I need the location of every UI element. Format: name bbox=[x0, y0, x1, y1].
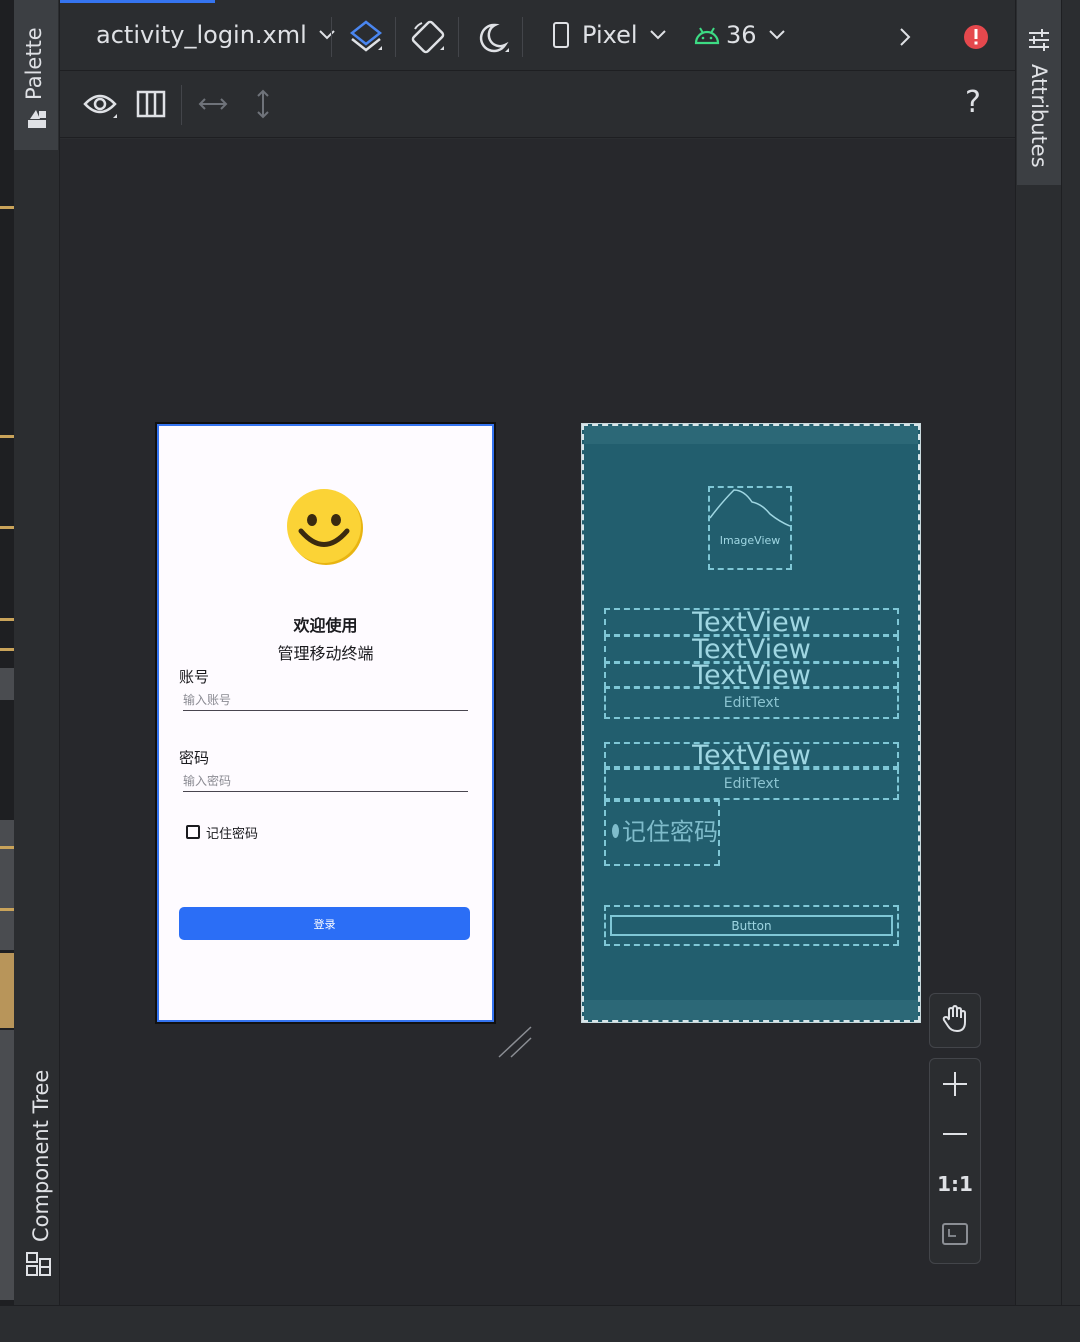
welcome-text: 欢迎使用 bbox=[293, 616, 358, 635]
palette-icon bbox=[28, 110, 46, 128]
password-underline bbox=[183, 791, 468, 792]
blueprint-button-label: Button bbox=[610, 915, 893, 936]
hand-icon bbox=[942, 1005, 966, 1032]
remember-label: 记住密码 bbox=[206, 827, 259, 842]
blueprint-button[interactable]: Button bbox=[604, 905, 899, 946]
account-input[interactable]: 输入账号 bbox=[183, 691, 231, 708]
minus-icon bbox=[943, 1133, 967, 1135]
blueprint-textview[interactable]: TextView bbox=[604, 662, 899, 688]
blueprint-imageview[interactable]: ImageView bbox=[708, 486, 792, 570]
device-name: Pixel bbox=[582, 21, 638, 49]
columns-icon[interactable] bbox=[136, 90, 166, 118]
horizontal-resize-icon[interactable] bbox=[198, 97, 228, 111]
attributes-label: Attributes bbox=[1027, 64, 1051, 168]
layers-icon[interactable] bbox=[348, 19, 384, 55]
component-tree-icon bbox=[26, 1252, 51, 1276]
actual-size-button[interactable]: 1:1 bbox=[929, 1159, 981, 1209]
blueprint-textview[interactable]: TextView bbox=[604, 608, 899, 636]
subtitle-text: 管理移动终端 bbox=[277, 644, 374, 663]
error-icon[interactable] bbox=[963, 24, 989, 50]
status-bar-band bbox=[584, 426, 918, 444]
vertical-resize-icon[interactable] bbox=[256, 89, 270, 119]
fit-screen-icon bbox=[942, 1223, 968, 1245]
palette-tab[interactable]: Palette bbox=[14, 0, 58, 150]
zoom-in-button[interactable] bbox=[929, 1059, 981, 1109]
file-name: activity_login.xml bbox=[96, 21, 307, 49]
status-bar bbox=[0, 1305, 1080, 1342]
eye-icon[interactable] bbox=[83, 89, 119, 121]
chevron-down-icon bbox=[649, 30, 666, 40]
checkbox-dot-icon bbox=[612, 824, 619, 838]
right-edge-strip bbox=[1061, 0, 1080, 1342]
api-level: 36 bbox=[726, 21, 757, 49]
chevron-down-icon bbox=[768, 30, 785, 40]
help-button[interactable]: ? bbox=[965, 85, 981, 120]
zoom-to-fit-button[interactable] bbox=[929, 1209, 981, 1259]
design-preview[interactable]: 欢迎使用 管理移动终端 账号 输入账号 密码 输入密码 记住密码 登录 bbox=[157, 424, 494, 1022]
password-input[interactable]: 输入密码 bbox=[183, 772, 231, 789]
blueprint-textview[interactable]: TextView bbox=[604, 635, 899, 663]
blueprint-textview[interactable]: TextView bbox=[604, 742, 899, 768]
imageview-label: ImageView bbox=[719, 534, 781, 547]
login-button[interactable]: 登录 bbox=[179, 907, 470, 940]
remember-checkbox[interactable] bbox=[186, 825, 200, 839]
chevron-right-icon[interactable] bbox=[898, 27, 912, 47]
smiley-image[interactable] bbox=[286, 488, 364, 566]
design-toolbar: activity_login.xml Pixel 36 bbox=[60, 3, 1015, 71]
file-selector[interactable]: activity_login.xml bbox=[96, 21, 335, 49]
blueprint-checkbox-text: 记住密码 bbox=[622, 818, 718, 846]
android-icon bbox=[694, 27, 720, 45]
view-toolbar: ? bbox=[60, 71, 1015, 138]
editor-gutter bbox=[0, 0, 14, 1342]
blueprint-checkbox[interactable]: 记住密码 bbox=[604, 800, 720, 866]
orientation-icon[interactable] bbox=[410, 19, 446, 55]
device-selector[interactable]: Pixel bbox=[552, 21, 666, 49]
zoom-controls: 1:1 bbox=[929, 1058, 981, 1264]
resize-handle-icon[interactable] bbox=[497, 1025, 533, 1059]
night-mode-icon[interactable] bbox=[475, 21, 511, 57]
plus-icon bbox=[943, 1072, 967, 1096]
blueprint-edittext[interactable]: EditText bbox=[604, 768, 899, 800]
sliders-icon bbox=[1029, 29, 1049, 51]
password-label: 密码 bbox=[179, 749, 210, 767]
api-level-selector[interactable]: 36 bbox=[694, 21, 785, 49]
chevron-down-icon bbox=[319, 30, 335, 40]
image-placeholder-icon bbox=[710, 489, 790, 527]
attributes-tab[interactable]: Attributes bbox=[1017, 0, 1061, 185]
phone-icon bbox=[553, 22, 569, 48]
navigation-bar-band bbox=[584, 1000, 918, 1020]
zoom-out-button[interactable] bbox=[929, 1109, 981, 1159]
component-tree-tab[interactable]: Component Tree bbox=[14, 1060, 58, 1280]
account-underline bbox=[183, 710, 468, 711]
pan-button[interactable] bbox=[929, 993, 981, 1048]
palette-label: Palette bbox=[22, 27, 46, 100]
blueprint-edittext[interactable]: EditText bbox=[604, 687, 899, 719]
component-tree-label: Component Tree bbox=[29, 1069, 53, 1242]
account-label: 账号 bbox=[179, 668, 210, 686]
blueprint-preview[interactable]: ImageView TextView TextView TextView Edi… bbox=[581, 423, 921, 1023]
